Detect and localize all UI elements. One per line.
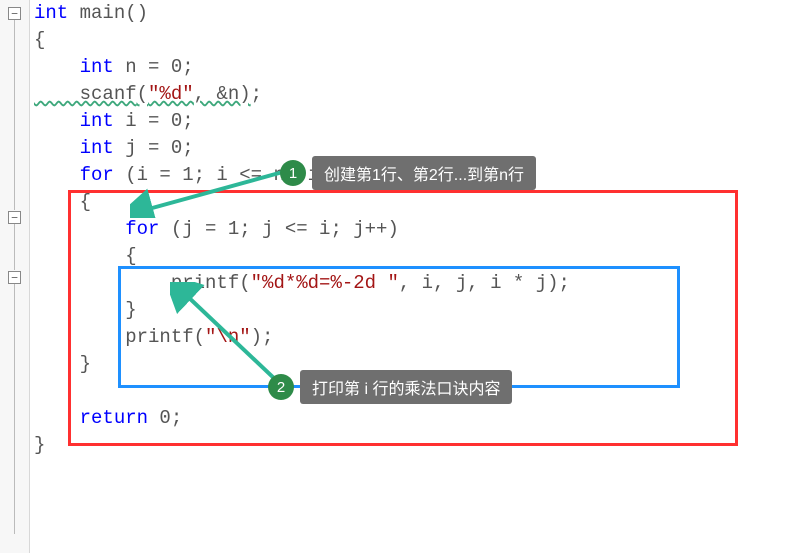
- gutter: − − −: [0, 0, 30, 553]
- code-line: {: [34, 189, 803, 216]
- code-line: int i = 0;: [34, 108, 803, 135]
- code-line: {: [34, 27, 803, 54]
- code-line: scanf("%d", &n);: [34, 81, 803, 108]
- fold-toggle-for2[interactable]: −: [8, 271, 21, 284]
- code-line: {: [34, 243, 803, 270]
- fold-toggle-for1[interactable]: −: [8, 211, 21, 224]
- code-editor[interactable]: int main() { int n = 0; scanf("%d", &n);…: [30, 0, 803, 553]
- code-line: }: [34, 432, 803, 459]
- fold-toggle-main[interactable]: −: [8, 7, 21, 20]
- code-line: printf("%d*%d=%-2d ", i, j, i * j);: [34, 270, 803, 297]
- badge-icon: 2: [268, 374, 294, 400]
- code-line: for (j = 1; j <= i; j++): [34, 216, 803, 243]
- badge-icon: 1: [280, 160, 306, 186]
- code-line: }: [34, 297, 803, 324]
- code-line: int n = 0;: [34, 54, 803, 81]
- fold-bar: [14, 224, 15, 270]
- annotation-2: 2 打印第 i 行的乘法口诀内容: [268, 370, 512, 404]
- annotation-1: 1 创建第1行、第2行...到第n行: [280, 156, 536, 190]
- code-line: printf("\n");: [34, 324, 803, 351]
- fold-bar: [14, 284, 15, 534]
- annotation-label: 打印第 i 行的乘法口诀内容: [300, 370, 512, 404]
- code-line: return 0;: [34, 405, 803, 432]
- code-line: int main(): [34, 0, 803, 27]
- annotation-label: 创建第1行、第2行...到第n行: [312, 156, 536, 190]
- fold-bar: [14, 20, 15, 210]
